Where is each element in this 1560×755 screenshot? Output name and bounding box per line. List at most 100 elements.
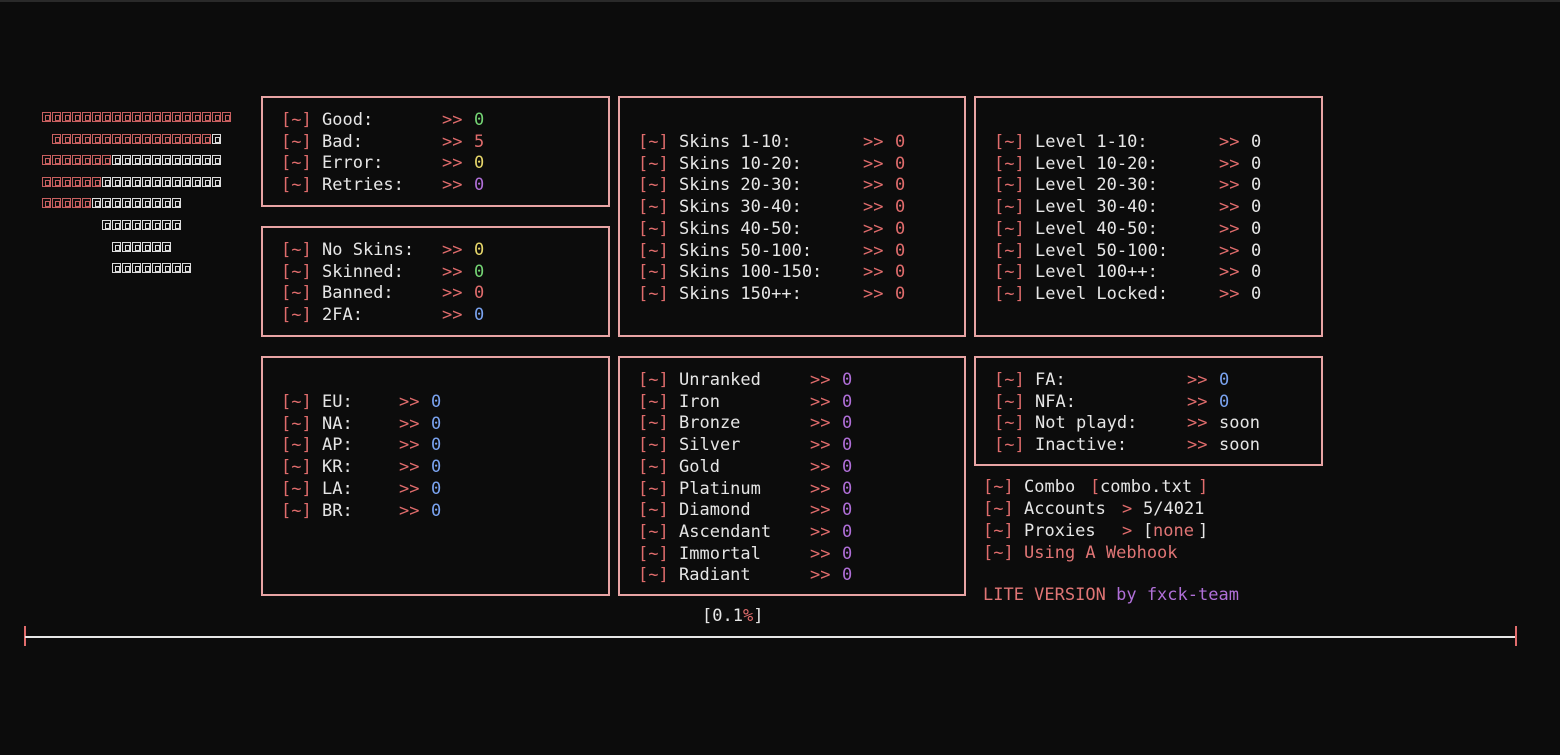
logo-glyph (172, 220, 181, 230)
skins-value: 0 (895, 132, 906, 152)
skins-row: [~] Skins 150++: >> 0 (638, 284, 955, 305)
arrow: >> (1219, 262, 1240, 283)
logo-glyph (42, 112, 51, 122)
status-row: [~] Good: >> 0 (281, 110, 534, 131)
arrow: >> (1187, 413, 1208, 434)
logo-glyph (142, 241, 151, 252)
logo-glyph (42, 155, 51, 166)
skins-row: [~] Skins 40-50: >> 0 (638, 219, 955, 240)
logo-glyph (122, 155, 131, 166)
arrow: >> (863, 240, 884, 261)
levels-label: Level 40-50: (1035, 218, 1158, 239)
logo-glyph (42, 176, 51, 187)
logo-glyph (202, 133, 211, 144)
prefix: [~] (638, 132, 669, 152)
regions-label: AP: (322, 435, 353, 456)
logo-glyph (102, 155, 111, 166)
webhook-label: Using A Webhook (1024, 543, 1178, 563)
levels-value: 0 (1251, 132, 1262, 152)
progress-bar-end (1515, 626, 1517, 646)
logo-glyph (152, 176, 161, 187)
arrow: >> (810, 521, 831, 542)
skins-panel: [~] Skins 1-10: >> 0 [~] Skins 10-20: >> 0 [~] Sk… (618, 96, 966, 337)
skins-value: 0 (895, 262, 906, 283)
access-row: [~] NFA: >> 0 (994, 392, 1279, 413)
logo-line (112, 241, 172, 254)
arrow: >> (810, 500, 831, 521)
account_state-value: 0 (474, 240, 485, 260)
logo-glyph (92, 155, 101, 166)
levels-row: [~] Level 10-20: >> 0 (994, 154, 1311, 175)
logo-glyph (122, 198, 131, 209)
skins-label: Skins 10-20: (679, 153, 802, 174)
access-panel: [~] FA: >> 0 [~] NFA: >> 0 [~] Not playd: >> soon [~… (974, 356, 1323, 466)
arrow: >> (1219, 153, 1240, 174)
account-state-panel: [~] No Skins: >> 0 [~] Skinned: >> 0 [~] Banned: >… (261, 226, 610, 337)
arrow: >> (863, 153, 884, 174)
arrow: >> (399, 435, 420, 456)
logo-glyph (52, 112, 61, 122)
levels-value: 0 (1251, 153, 1262, 174)
ranks-value: 0 (842, 478, 853, 499)
arrow: >> (810, 456, 831, 477)
prefix: [~] (994, 153, 1025, 174)
proxies-arrow: > (1122, 521, 1133, 541)
logo-glyph (82, 112, 91, 122)
logo-glyph (122, 220, 131, 230)
logo-glyph (122, 133, 131, 144)
account_state-value: 0 (474, 283, 485, 304)
logo-glyph (72, 155, 81, 166)
prefix: [~] (994, 197, 1025, 218)
levels-value: 0 (1251, 262, 1262, 283)
status-value: 0 (474, 175, 485, 196)
arrow: >> (399, 500, 420, 521)
ranks-value: 0 (842, 413, 853, 434)
arrow: >> (863, 283, 884, 304)
prefix: [~] (638, 543, 669, 564)
prefix: [~] (994, 240, 1025, 261)
logo-glyph (102, 112, 111, 122)
regions-row: [~] KR: >> 0 (281, 457, 491, 478)
logo-glyph (122, 112, 131, 122)
prefix: [~] (281, 131, 312, 152)
levels-label: Level 50-100: (1035, 240, 1169, 261)
logo-glyph (222, 112, 231, 122)
progress-percent-sign: % (742, 606, 754, 626)
proxies-label: Proxies (1024, 521, 1096, 541)
logo-glyph (72, 133, 81, 144)
ranks-row: [~] Iron >> 0 (638, 392, 902, 413)
regions-label: NA: (322, 413, 353, 434)
logo-glyph (72, 176, 81, 187)
ranks-row: [~] Radiant >> 0 (638, 565, 902, 586)
logo-glyph (212, 133, 221, 144)
logo-glyph (172, 133, 181, 144)
logo-glyph (102, 220, 111, 230)
levels-row: [~] Level 50-100: >> 0 (994, 241, 1311, 262)
regions-label: BR: (322, 500, 353, 521)
prefix: [~] (638, 153, 669, 174)
accounts-arrow: > (1122, 499, 1133, 519)
logo-glyph (62, 112, 71, 122)
levels-row: [~] Level Locked: >> 0 (994, 284, 1311, 305)
levels-panel: [~] Level 1-10: >> 0 [~] Level 10-20: >> 0 [~] Le… (974, 96, 1323, 337)
ranks-row: [~] Diamond >> 0 (638, 500, 902, 521)
ranks-value: 0 (842, 370, 853, 390)
account_state-label: No Skins: (322, 240, 415, 260)
skins-row: [~] Skins 10-20: >> 0 (638, 154, 955, 175)
logo-glyph (122, 241, 131, 252)
logo-glyph (182, 112, 191, 122)
prefix: [~] (638, 500, 669, 521)
prefix: [~] (994, 132, 1025, 152)
lite-version-label: LITE VERSION (983, 585, 1106, 605)
skins-row: [~] Skins 1-10: >> 0 (638, 132, 955, 153)
logo-glyph (172, 263, 181, 274)
logo-glyph (92, 198, 101, 209)
logo-glyph (142, 176, 151, 187)
arrow: >> (1187, 370, 1208, 390)
ranks-row: [~] Bronze >> 0 (638, 413, 902, 434)
arrow: >> (442, 283, 463, 304)
logo-glyph (172, 155, 181, 166)
combo-bracket-open: [ (1090, 477, 1101, 497)
levels-value: 0 (1251, 175, 1262, 196)
skins-label: Skins 150++: (679, 283, 802, 304)
